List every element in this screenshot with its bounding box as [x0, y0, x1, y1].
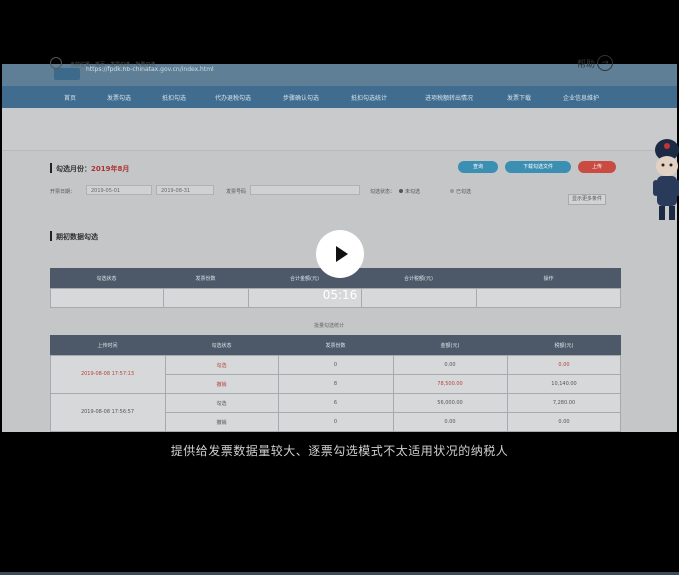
divider — [361, 288, 362, 308]
video-duration: 05:16 — [322, 288, 358, 302]
section-title-month: 勾选月份：2019年8月 — [56, 165, 130, 173]
tax-logo-icon — [54, 68, 80, 80]
cell-count: 6 — [333, 400, 338, 406]
section-marker — [50, 163, 52, 173]
cell-status: 勾选 — [216, 401, 227, 407]
cell-amount: 78,500.00 — [437, 381, 463, 387]
breadcrumb: 当前位置：首页 › 发票勾选 › 批量勾选 — [70, 62, 156, 68]
query-button[interactable]: 查询 — [458, 161, 498, 173]
batch-stats-caption: 批量勾选统计 — [314, 323, 345, 329]
cell-upload-time: 2019-08-08 17:56:57 — [80, 409, 135, 415]
nav-item-confirm-select[interactable]: 步骤确认勾选 — [283, 93, 319, 102]
divider — [163, 288, 164, 308]
police-mascot-icon — [653, 139, 679, 220]
cell-count: 0 — [333, 362, 338, 368]
status-label: 勾选状态： — [370, 189, 396, 195]
cell-tax: 0.00 — [558, 362, 570, 368]
download-file-button[interactable]: 下载勾选文件 — [505, 161, 571, 173]
batch-table-header: 上传时间 勾选状态 发票份数 金额(元) 税额(元) — [50, 335, 621, 355]
upload-button[interactable]: 上传 — [578, 161, 616, 173]
cell-count: 0 — [333, 419, 338, 425]
col-header: 勾选状态 — [96, 276, 117, 282]
nav-item-stats[interactable]: 抵扣勾选统计 — [351, 93, 387, 102]
cell-amount: 56,000.00 — [437, 400, 463, 406]
date-to-input[interactable]: 2019-08-31 — [156, 185, 214, 195]
nav-item-download[interactable]: 发票下载 — [507, 93, 531, 102]
divider — [165, 412, 621, 413]
clock-icon — [50, 57, 62, 69]
col-header: 上传时间 — [97, 343, 118, 349]
section-marker — [50, 231, 52, 241]
nav-bar: 首页 发票勾选 抵扣勾选 代办退税勾选 步骤确认勾选 抵扣勾选统计 进项税额转出… — [2, 86, 677, 108]
cell-tax: 0.00 — [558, 419, 570, 425]
invoice-number-input[interactable] — [250, 185, 360, 195]
arrow-right-icon[interactable]: → — [597, 55, 613, 71]
col-header: 勾选状态 — [211, 343, 232, 349]
nav-item-deduct-select[interactable]: 抵扣勾选 — [162, 93, 186, 102]
cell-status: 撤销 — [216, 420, 227, 426]
play-icon[interactable] — [336, 246, 348, 262]
nav-item-transfer-out[interactable]: 进项税额转出情况 — [425, 93, 473, 102]
help-link[interactable]: 帮助 — [577, 57, 595, 70]
invoice-number-label: 发票号码 — [226, 189, 247, 195]
divider — [50, 393, 621, 394]
divider — [165, 374, 621, 375]
cell-status: 撤销 — [216, 382, 227, 388]
col-header: 发票份数 — [195, 276, 216, 282]
nav-item-company-info[interactable]: 企业信息维护 — [563, 93, 599, 102]
breadcrumb-bar — [2, 108, 677, 151]
radio-selected-label: 已勾选 — [456, 189, 472, 195]
nav-item-home[interactable]: 首页 — [64, 93, 76, 102]
radio-selected[interactable] — [450, 189, 454, 193]
cell-status: 勾选 — [216, 363, 227, 369]
cell-amount: 0.00 — [444, 362, 456, 368]
divider — [248, 288, 249, 308]
show-more-button[interactable]: 显示更多条件 — [568, 194, 607, 205]
video-player[interactable]: https://fpdk.hb-chinatax.gov.cn/index.ht… — [0, 0, 679, 575]
cell-upload-time: 2019-08-08 17:57:13 — [80, 371, 135, 377]
col-header: 合计税额(元) — [404, 276, 433, 282]
col-header: 税额(元) — [554, 343, 574, 349]
col-header: 发票份数 — [325, 343, 346, 349]
video-subtitle: 提供给发票数据量较大、逐票勾选模式不太适用状况的纳税人 — [170, 444, 509, 458]
divider — [476, 288, 477, 308]
cell-tax: 7,280.00 — [552, 400, 576, 406]
radio-unselected-label: 未勾选 — [405, 189, 421, 195]
col-header: 金额(元) — [440, 343, 460, 349]
date-filter-label: 开票日期： — [50, 189, 76, 195]
cell-count: 8 — [333, 381, 338, 387]
cell-tax: 10,140.00 — [551, 381, 577, 387]
section-title-initial: 期初数据勾选 — [56, 233, 98, 241]
date-from-input[interactable]: 2019-05-01 — [86, 185, 152, 195]
cell-amount: 0.00 — [444, 419, 456, 425]
nav-item-refund-select[interactable]: 代办退税勾选 — [215, 93, 251, 102]
col-header: 操作 — [543, 276, 554, 282]
nav-item-invoice-select[interactable]: 发票勾选 — [107, 93, 131, 102]
radio-unselected[interactable] — [399, 189, 403, 193]
